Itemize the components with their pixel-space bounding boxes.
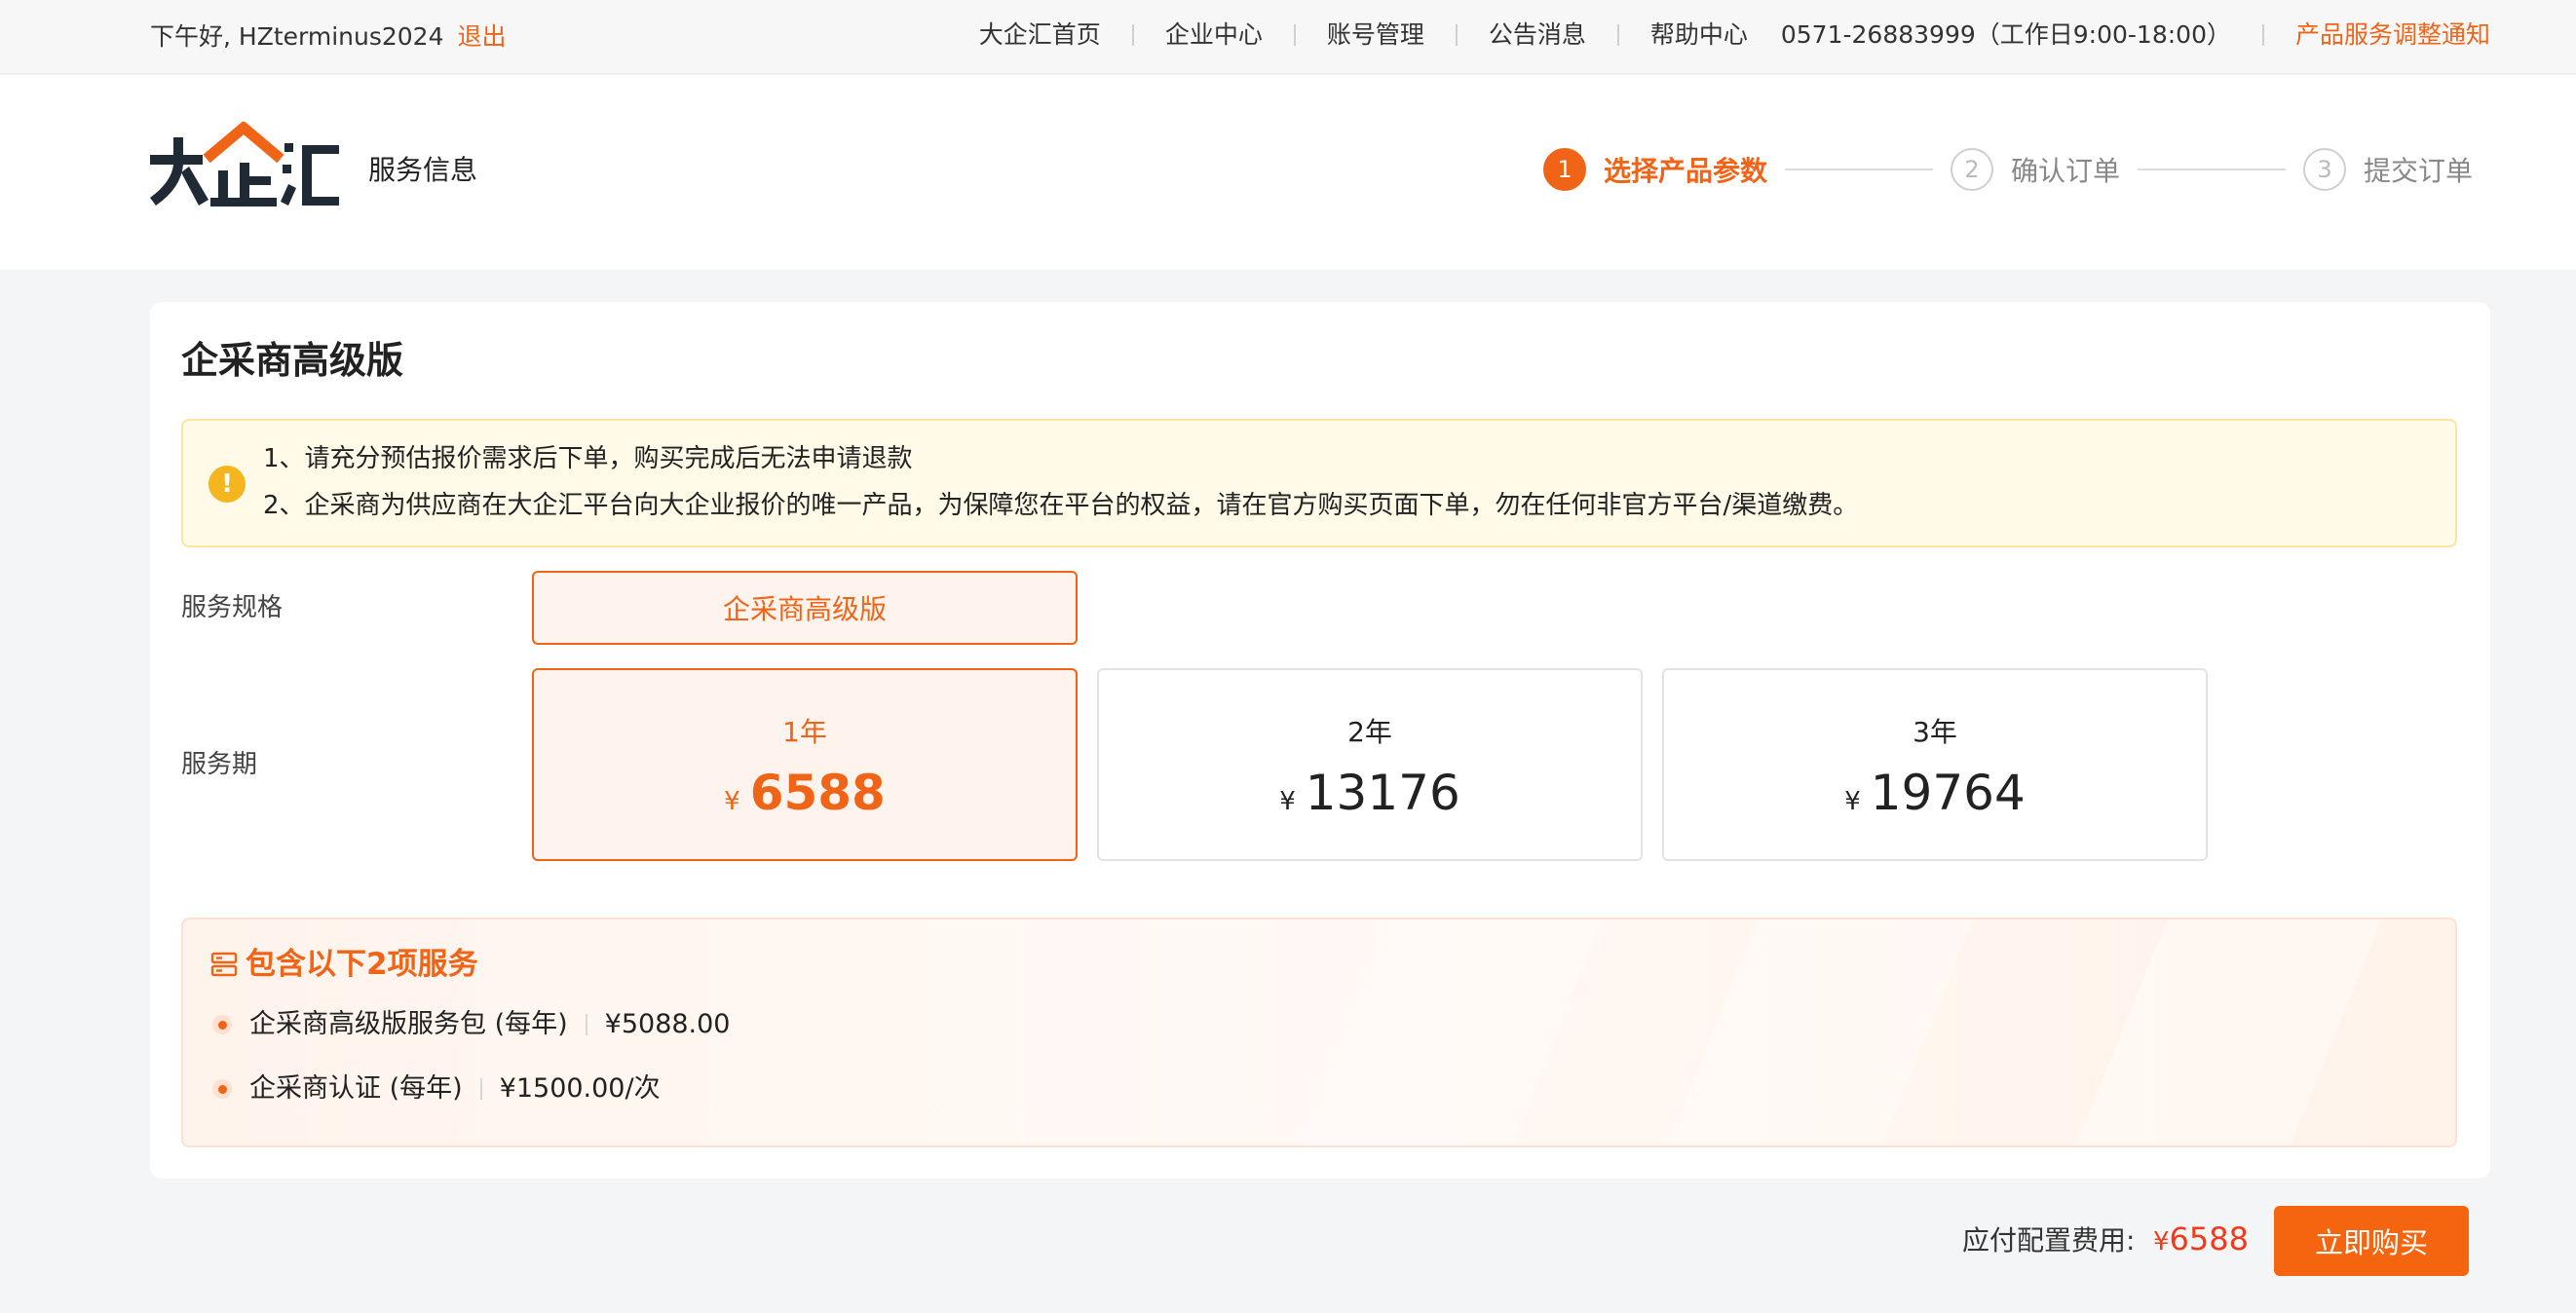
nav-divider (1131, 24, 1134, 46)
notice-line: 1、请充分预估报价需求后下单，购买完成后无法申请退款 (263, 444, 913, 473)
top-nav: 大企汇首页 企业中心 账号管理 公告消息 帮助中心 0571-26883999（… (979, 18, 2490, 53)
spec-label: 服务规格 (181, 593, 284, 622)
service-divider (479, 1078, 482, 1100)
nav-account-management-link[interactable]: 账号管理 (1327, 18, 1424, 53)
greeting: 下午好, HZterminus2024 退出 (150, 19, 507, 55)
step-connector (1784, 169, 1933, 170)
included-services-title: 包含以下2项服务 (246, 947, 478, 982)
step-number: 3 (2302, 148, 2346, 191)
step-label: 选择产品参数 (1603, 155, 1767, 187)
period-price: ¥19764 (1664, 762, 2206, 836)
nav-divider (1293, 24, 1296, 46)
service-phone: 0571-26883999（工作日9:00-18:00） (1780, 20, 2231, 49)
service-item: 企采商认证 (每年) ¥1500.00/次 (212, 1069, 661, 1108)
payable-label: 应付配置费用: (1962, 1224, 2136, 1257)
greeting-text: 下午好, HZterminus2024 (150, 22, 444, 51)
period-option-3-year[interactable]: 3年 ¥19764 (1662, 668, 2208, 861)
step-connector (2137, 169, 2286, 170)
period-year: 3年 (1913, 716, 1957, 748)
service-price: ¥1500.00/次 (499, 1073, 661, 1104)
step-submit-order: 3 提交订单 (2302, 148, 2473, 191)
period-label: 服务期 (181, 750, 258, 779)
warning-icon: ! (208, 466, 246, 503)
currency-symbol: ¥ (2153, 1227, 2170, 1257)
nav-spacer (1763, 24, 1765, 46)
period-price: ¥13176 (1099, 762, 1641, 836)
period-price: ¥6588 (534, 762, 1076, 836)
period-year: 2年 (1347, 716, 1392, 748)
nav-enterprise-center-link[interactable]: 企业中心 (1165, 18, 1263, 53)
price-amount: 6588 (749, 765, 886, 821)
decorative-stripe (2041, 919, 2398, 1145)
nav-divider (1616, 24, 1619, 46)
brand-logo[interactable] (148, 122, 339, 209)
step-number: 2 (1950, 148, 1993, 191)
payable-amount: ¥6588 (2153, 1218, 2249, 1266)
header-subtitle: 服务信息 (368, 154, 478, 186)
step-select-params: 1 选择产品参数 (1542, 148, 1767, 191)
step-confirm-order: 2 确认订单 (1950, 148, 2120, 191)
price-amount: 19764 (1870, 765, 2026, 821)
period-year: 1年 (782, 716, 827, 748)
step-number: 1 (1542, 148, 1586, 191)
nav-divider (2261, 24, 2264, 46)
purchase-notice-box: ! 1、请充分预估报价需求后下单，购买完成后无法申请退款 2、企采商为供应商在大… (181, 419, 2457, 547)
order-steps: 1 选择产品参数 2 确认订单 3 提交订单 (1542, 147, 2473, 192)
service-name: 企采商认证 (每年) (249, 1073, 463, 1104)
page-header: 服务信息 1 选择产品参数 2 确认订单 3 提交订单 (0, 75, 2576, 270)
nav-home-link[interactable]: 大企汇首页 (979, 18, 1101, 53)
logout-link[interactable]: 退出 (457, 22, 506, 51)
period-option-1-year[interactable]: 1年 ¥6588 (532, 668, 1078, 861)
service-adjustment-notice-link[interactable]: 产品服务调整通知 (2295, 18, 2490, 53)
payable-value: 6588 (2169, 1220, 2249, 1257)
notice-line: 2、企采商为供应商在大企汇平台向大企业报价的唯一产品，为保障您在平台的权益，请在… (263, 491, 1859, 520)
nav-announcements-link[interactable]: 公告消息 (1489, 18, 1586, 53)
price-amount: 13176 (1305, 765, 1460, 821)
service-price: ¥5088.00 (604, 1009, 731, 1039)
product-title: 企采商高级版 (181, 339, 404, 382)
buy-now-button[interactable]: 立即购买 (2274, 1206, 2469, 1276)
nav-help-center-link[interactable]: 帮助中心 (1650, 18, 1748, 53)
currency-symbol: ¥ (1844, 787, 1861, 816)
currency-symbol: ¥ (724, 787, 740, 816)
service-name: 企采商高级版服务包 (每年) (249, 1009, 568, 1039)
service-item: 企采商高级版服务包 (每年) ¥5088.00 (212, 1005, 731, 1044)
logo-mark-icon (150, 122, 339, 206)
server-list-icon (210, 952, 238, 977)
decorative-stripe (1262, 919, 1618, 1145)
bullet-dot-icon (212, 1079, 232, 1099)
service-divider (585, 1014, 587, 1035)
bullet-dot-icon (212, 1015, 232, 1034)
step-label: 确认订单 (2010, 155, 2120, 187)
included-services-box: 包含以下2项服务 企采商高级版服务包 (每年) ¥5088.00 企采商认证 (… (181, 918, 2457, 1147)
product-card: 企采商高级版 ! 1、请充分预估报价需求后下单，购买完成后无法申请退款 2、企采… (150, 302, 2490, 1179)
nav-divider (1455, 24, 1458, 46)
spec-option-advanced[interactable]: 企采商高级版 (532, 571, 1078, 645)
period-option-2-year[interactable]: 2年 ¥13176 (1097, 668, 1643, 861)
step-label: 提交订单 (2363, 155, 2473, 187)
top-utility-bar: 下午好, HZterminus2024 退出 大企汇首页 企业中心 账号管理 公告… (0, 0, 2576, 74)
decorative-stripe (1632, 919, 1989, 1145)
currency-symbol: ¥ (1279, 787, 1296, 816)
